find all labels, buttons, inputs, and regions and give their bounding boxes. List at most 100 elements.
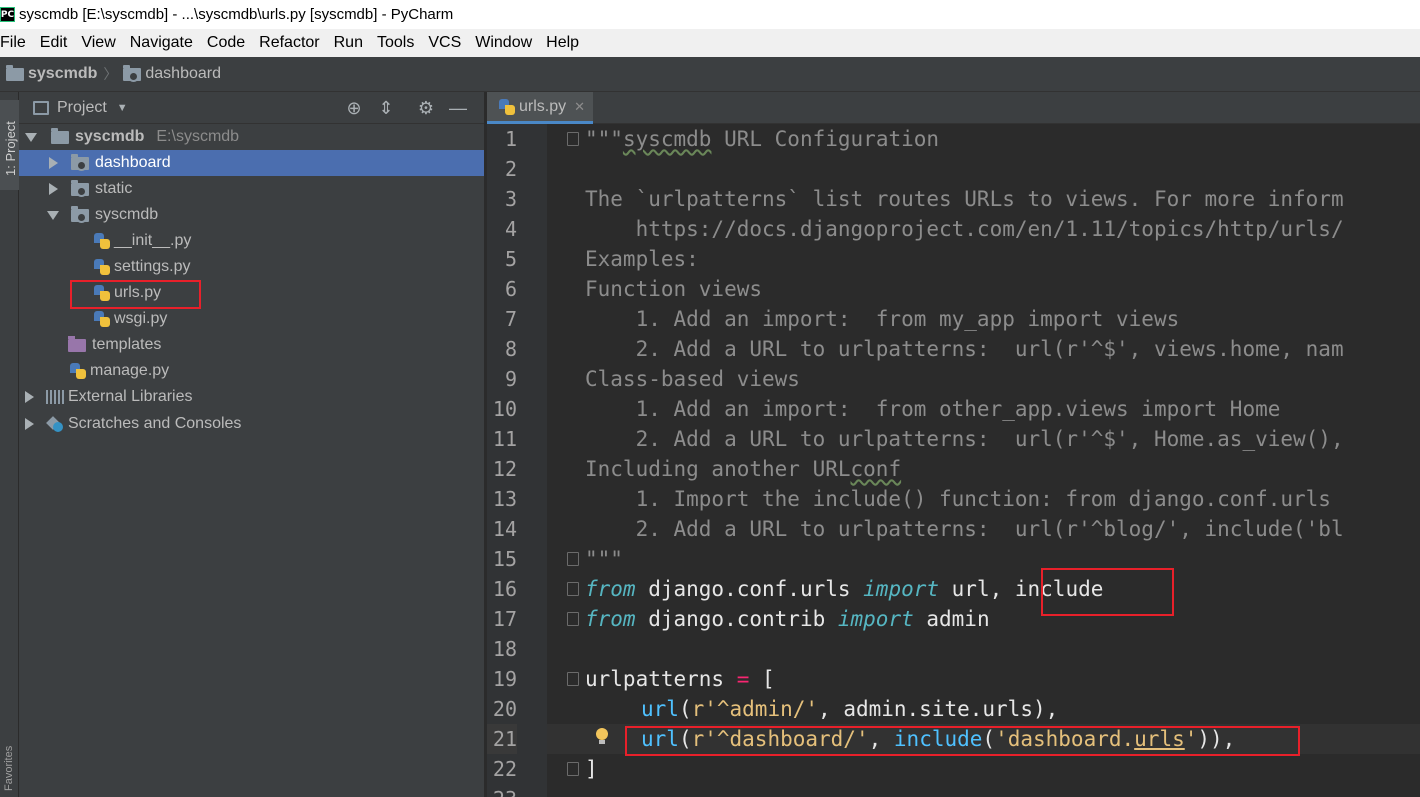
- menu-window[interactable]: Window: [475, 34, 532, 52]
- expand-arrow-icon[interactable]: [25, 391, 34, 403]
- breadcrumb-separator-icon: 〉: [103, 66, 118, 82]
- line-number: 11: [492, 427, 517, 451]
- expand-arrow-icon[interactable]: [49, 157, 58, 169]
- code-line-5: Examples:: [585, 247, 699, 271]
- code-line-15: """: [585, 547, 623, 571]
- editor-tabs: urls.py ✕: [487, 92, 1420, 124]
- line-number: 9: [504, 367, 517, 391]
- hide-panel-icon[interactable]: —: [442, 98, 474, 118]
- line-number: 4: [504, 217, 517, 241]
- gear-icon[interactable]: ⚙: [410, 98, 442, 118]
- tab-urls-py[interactable]: urls.py ✕: [487, 92, 593, 124]
- locate-file-icon[interactable]: ⊕: [338, 98, 370, 118]
- line-number: 10: [492, 397, 517, 421]
- line-number: 5: [504, 247, 517, 271]
- collapse-all-icon[interactable]: ⇕: [370, 98, 402, 118]
- tree-item-dashboard[interactable]: dashboard: [19, 150, 484, 176]
- window-title: syscmdb [E:\syscmdb] - ...\syscmdb\urls.…: [19, 6, 454, 23]
- tree-item-syscmdb-root[interactable]: syscmdb E:\syscmdb: [19, 124, 484, 150]
- folder-icon: [71, 205, 89, 223]
- line-number: 7: [504, 307, 517, 331]
- code-line-16: from django.conf.urls import url, includ…: [585, 577, 1104, 601]
- expand-arrow-icon[interactable]: [25, 132, 37, 142]
- code-line-9: Class-based views: [585, 367, 800, 391]
- fold-marker-icon[interactable]: [567, 672, 579, 686]
- chevron-down-icon[interactable]: ▼: [117, 102, 128, 114]
- code-line-1: """syscmdb URL Configuration: [585, 127, 940, 151]
- tree-item-templates[interactable]: templates: [19, 332, 484, 358]
- breadcrumb-root[interactable]: syscmdb: [6, 64, 97, 83]
- lightbulb-icon[interactable]: [594, 728, 610, 746]
- tool-window-stripe: 1: Project Favorites: [0, 92, 19, 797]
- pycharm-logo-icon: PC: [0, 7, 15, 22]
- menu-view[interactable]: View: [81, 34, 115, 52]
- menu-code[interactable]: Code: [207, 34, 245, 52]
- code-line-3: The `urlpatterns` list routes URLs to vi…: [585, 187, 1344, 211]
- favorites-tool-tab[interactable]: Favorites: [1, 733, 18, 793]
- menu-vcs[interactable]: VCS: [428, 34, 461, 52]
- fold-marker-icon[interactable]: [567, 582, 579, 596]
- menu-refactor[interactable]: Refactor: [259, 34, 319, 52]
- tree-item-init-py[interactable]: __init__.py: [19, 228, 484, 254]
- fold-marker-icon[interactable]: [567, 132, 579, 146]
- line-number: 6: [504, 277, 517, 301]
- menu-help[interactable]: Help: [546, 34, 579, 52]
- line-number: 18: [492, 637, 517, 661]
- tree-item-external-libraries[interactable]: External Libraries: [19, 384, 484, 410]
- expand-arrow-icon[interactable]: [25, 418, 34, 430]
- expand-arrow-icon[interactable]: [49, 183, 58, 195]
- title-bar: PC syscmdb [E:\syscmdb] - ...\syscmdb\ur…: [0, 0, 1420, 29]
- project-view-dropdown[interactable]: Project: [57, 99, 107, 117]
- line-number: 21: [487, 724, 517, 754]
- code-line-20: url(r'^admin/', admin.site.urls),: [641, 697, 1059, 721]
- menu-file[interactable]: File: [0, 34, 26, 52]
- folder-icon: [123, 64, 142, 82]
- collapse-arrow-icon[interactable]: [47, 210, 59, 220]
- code-line-10: 1. Add an import: from other_app.views i…: [585, 397, 1281, 421]
- line-number: 15: [492, 547, 517, 571]
- project-panel-header: Project ▼ ⊕ ⇕ ⚙ —: [19, 92, 484, 124]
- code-editor[interactable]: 1 2 3 4 5 6 7 8 9 10 11 12 13 14 15 16 1…: [487, 124, 1420, 797]
- folder-icon: [6, 64, 24, 81]
- fold-marker-icon[interactable]: [567, 552, 579, 566]
- menu-tools[interactable]: Tools: [377, 34, 414, 52]
- python-file-icon: [94, 259, 110, 275]
- line-number: 16: [492, 577, 517, 601]
- folder-icon: [71, 179, 89, 197]
- line-number: 2: [504, 157, 517, 181]
- python-file-icon: [94, 311, 110, 327]
- code-line-13: 1. Import the include() function: from d…: [585, 487, 1331, 511]
- code-line-14: 2. Add a URL to urlpatterns: url(r'^blog…: [585, 517, 1344, 541]
- menu-run[interactable]: Run: [334, 34, 363, 52]
- tree-item-urls-py[interactable]: urls.py: [19, 280, 484, 306]
- tree-item-static[interactable]: static: [19, 176, 484, 202]
- folder-icon: [71, 153, 89, 171]
- code-line-7: 1. Add an import: from my_app import vie…: [585, 307, 1180, 331]
- project-view-icon: [33, 100, 49, 115]
- tree-item-settings-py[interactable]: settings.py: [19, 254, 484, 280]
- template-folder-icon: [68, 335, 86, 352]
- menu-navigate[interactable]: Navigate: [130, 34, 193, 52]
- code-line-17: from django.contrib import admin: [585, 607, 990, 631]
- code-line-11: 2. Add a URL to urlpatterns: url(r'^$', …: [585, 427, 1344, 451]
- fold-marker-icon[interactable]: [567, 612, 579, 626]
- code-line-4: https://docs.djangoproject.com/en/1.11/t…: [585, 217, 1344, 241]
- line-number: 1: [504, 127, 517, 151]
- project-tool-tab[interactable]: 1: Project: [0, 100, 19, 190]
- line-number: 8: [504, 337, 517, 361]
- menu-edit[interactable]: Edit: [40, 34, 68, 52]
- code-line-22: ]: [585, 757, 598, 781]
- breadcrumb-dashboard[interactable]: dashboard: [123, 64, 221, 83]
- tree-item-syscmdb-package[interactable]: syscmdb: [19, 202, 484, 228]
- python-file-icon: [70, 363, 86, 379]
- python-file-icon: [499, 98, 515, 115]
- tree-item-wsgi-py[interactable]: wsgi.py: [19, 306, 484, 332]
- library-icon: [46, 390, 64, 404]
- line-number: 12: [492, 457, 517, 481]
- tree-item-scratches[interactable]: Scratches and Consoles: [19, 411, 484, 437]
- tree-item-manage-py[interactable]: manage.py: [19, 358, 484, 384]
- line-number: 20: [492, 697, 517, 721]
- line-number: 17: [492, 607, 517, 631]
- close-icon[interactable]: ✕: [574, 99, 585, 115]
- fold-marker-icon[interactable]: [567, 762, 579, 776]
